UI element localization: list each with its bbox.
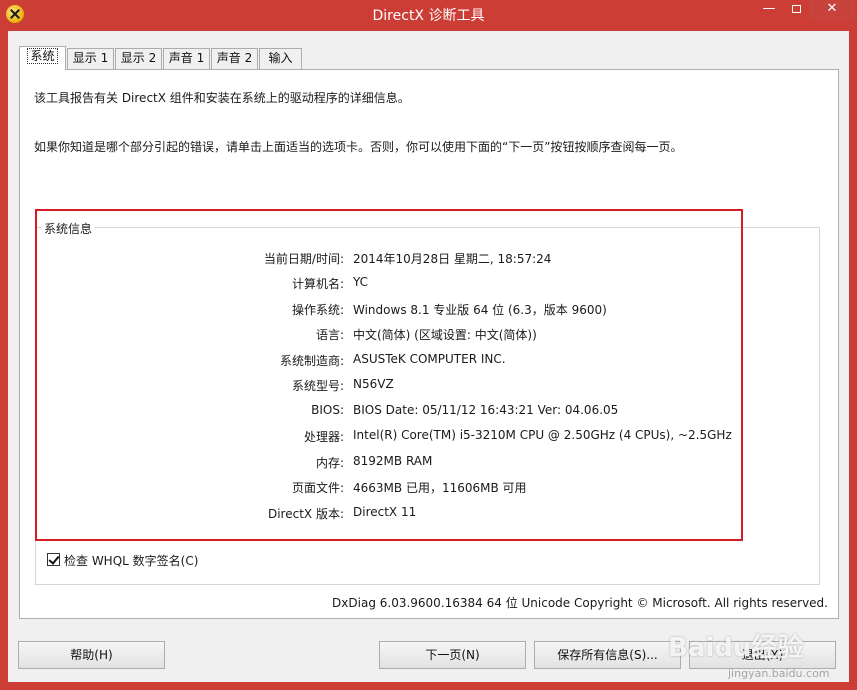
info-row-language: 语言: 中文(简体) (区域设置: 中文(简体)) bbox=[315, 328, 537, 342]
client-area: 系统 显示 1 显示 2 声音 1 声音 2 输入 该工具报告有关 Direct… bbox=[8, 31, 849, 682]
minimize-button[interactable]: — bbox=[756, 0, 782, 20]
whql-checkbox[interactable] bbox=[47, 553, 60, 566]
intro-text-1: 该工具报告有关 DirectX 组件和安装在系统上的驱动程序的详细信息。 bbox=[34, 91, 410, 105]
dxdiag-window: DirectX 诊断工具 — ✕ 系统 显示 1 显示 2 声音 1 声音 2 … bbox=[0, 0, 857, 690]
tab-sound-1[interactable]: 声音 1 bbox=[163, 48, 210, 69]
tab-display-1[interactable]: 显示 1 bbox=[67, 48, 114, 69]
info-row-model: 系统型号: N56VZ bbox=[291, 377, 394, 393]
info-row-processor: 处理器: Intel(R) Core(TM) i5-3210M CPU @ 2.5… bbox=[303, 428, 732, 444]
info-row-os: 操作系统: Windows 8.1 专业版 64 位 (6.3，版本 9600) bbox=[291, 303, 607, 317]
info-row-computer-name: 计算机名: YC bbox=[291, 275, 369, 291]
info-row-directx-version: DirectX 版本: DirectX 11 bbox=[267, 505, 417, 521]
save-all-info-button[interactable]: 保存所有信息(S)... bbox=[534, 641, 681, 669]
dxdiag-version-text: DxDiag 6.03.9600.16384 64 位 Unicode Copy… bbox=[332, 596, 828, 610]
maximize-button[interactable] bbox=[783, 0, 809, 20]
info-row-bios: BIOS: BIOS Date: 05/11/12 16:43:21 Ver: 0… bbox=[311, 403, 619, 417]
info-row-datetime: 当前日期/时间: 2014年10月28日 星期二, 18:57:24 bbox=[263, 252, 552, 266]
system-info-group: 系统信息 当前日期/时间: 2014年10月28日 星期二, 18:57:24 计… bbox=[35, 220, 820, 585]
info-row-page-file: 页面文件: 4663MB 已用，11606MB 可用 bbox=[291, 481, 527, 495]
intro-text-2: 如果你知道是哪个部分引起的错误，请单击上面适当的选项卡。否则，你可以使用下面的“… bbox=[34, 140, 683, 154]
tab-system[interactable]: 系统 bbox=[19, 46, 66, 70]
system-info-group-label: 系统信息 bbox=[41, 220, 96, 237]
exit-button[interactable]: 退出(X) bbox=[689, 641, 836, 669]
tab-display-2[interactable]: 显示 2 bbox=[115, 48, 162, 69]
close-icon: ✕ bbox=[826, 1, 838, 16]
window-title: DirectX 诊断工具 bbox=[372, 8, 485, 24]
info-row-manufacturer: 系统制造商: ASUSTeK COMPUTER INC. bbox=[279, 352, 506, 368]
tab-sound-2[interactable]: 声音 2 bbox=[211, 48, 258, 69]
title-bar[interactable]: DirectX 诊断工具 — ✕ bbox=[0, 0, 857, 30]
system-tab-panel: 该工具报告有关 DirectX 组件和安装在系统上的驱动程序的详细信息。 如果你… bbox=[19, 69, 839, 619]
maximize-icon bbox=[791, 5, 801, 13]
info-row-memory: 内存: 8192MB RAM bbox=[315, 454, 433, 470]
close-button[interactable]: ✕ bbox=[809, 0, 855, 20]
whql-checkbox-label[interactable]: 检查 WHQL 数字签名(C) bbox=[64, 552, 198, 569]
tab-input[interactable]: 输入 bbox=[259, 48, 302, 69]
help-button[interactable]: 帮助(H) bbox=[18, 641, 165, 669]
minimize-icon: — bbox=[762, 1, 776, 16]
next-page-button[interactable]: 下一页(N) bbox=[379, 641, 526, 669]
